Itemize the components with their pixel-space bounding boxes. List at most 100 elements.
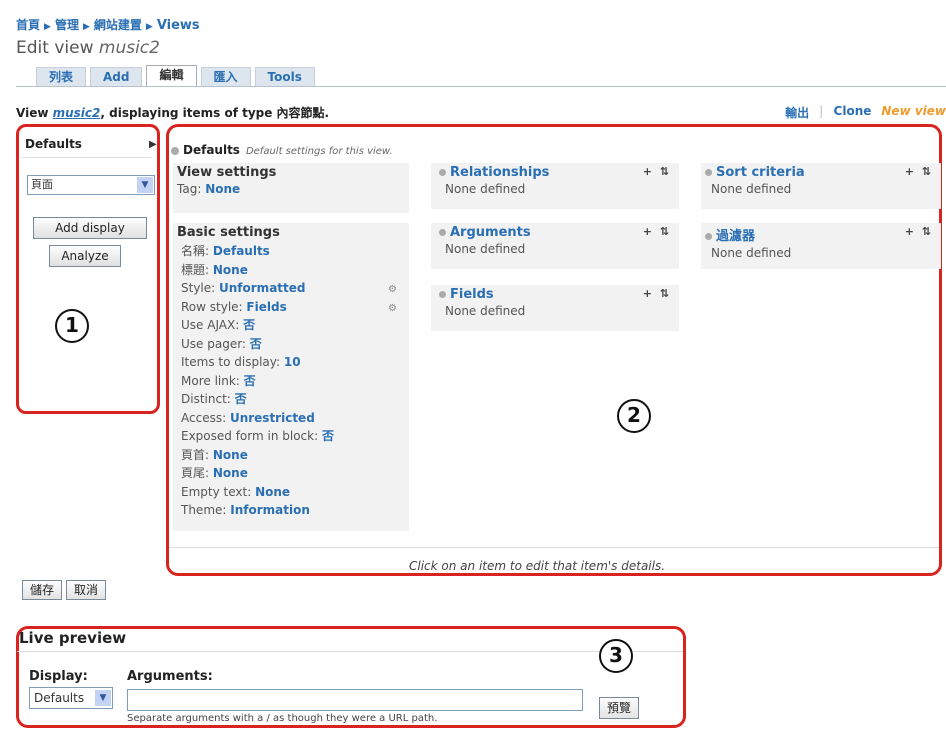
- add-rearrange-icon[interactable]: + ⇅: [643, 165, 671, 178]
- defaults-heading-desc: Default settings for this view.: [245, 146, 393, 157]
- breadcrumb-views[interactable]: Views: [157, 18, 200, 33]
- setting-label: Distinct:: [181, 392, 231, 406]
- chevron-down-icon: ▼: [137, 177, 153, 193]
- relationships-box: Relationships + ⇅ None defined: [431, 163, 679, 209]
- setting-label: Use AJAX:: [181, 318, 240, 332]
- chevron-down-icon: ▼: [95, 690, 111, 706]
- export-link[interactable]: 輸出: [785, 104, 809, 121]
- setting-name[interactable]: 名稱: Defaults: [181, 242, 401, 261]
- arguments-box: Arguments + ⇅ None defined: [431, 223, 679, 269]
- setting-label: Items to display:: [181, 355, 281, 369]
- setting-value[interactable]: 否: [244, 374, 256, 388]
- clone-link[interactable]: Clone: [834, 104, 872, 121]
- display-select-value: Defaults: [34, 691, 85, 705]
- save-button[interactable]: 儲存: [22, 580, 62, 600]
- setting-value[interactable]: None: [213, 448, 248, 462]
- annotation-marker-1: 1: [55, 309, 89, 343]
- fields-box: Fields + ⇅ None defined: [431, 285, 679, 331]
- setting-value[interactable]: Unformatted: [219, 281, 305, 295]
- tab-bar: 列表 Add 編輯 匯入 Tools: [36, 65, 315, 87]
- setting-use-pager[interactable]: Use pager: 否: [181, 335, 401, 354]
- setting-value[interactable]: 否: [250, 337, 262, 351]
- setting-label: Access:: [181, 410, 227, 425]
- tab-tools[interactable]: Tools: [254, 67, 315, 87]
- display-select[interactable]: Defaults ▼: [29, 687, 113, 709]
- setting-exposed-form[interactable]: Exposed form in block: 否: [181, 427, 401, 446]
- basic-settings-title: Basic settings: [177, 225, 280, 240]
- page-title-view-name: music2: [98, 38, 160, 58]
- view-header-name[interactable]: music2: [53, 106, 101, 120]
- info-dot-icon: [439, 291, 446, 298]
- arrow-right-icon: ▶: [149, 139, 157, 150]
- setting-empty-text[interactable]: Empty text: None: [181, 483, 401, 502]
- add-rearrange-icon[interactable]: + ⇅: [905, 225, 933, 238]
- arguments-description: Separate arguments with a / as though th…: [127, 713, 438, 724]
- add-display-button[interactable]: Add display: [33, 217, 147, 239]
- add-rearrange-icon[interactable]: + ⇅: [905, 165, 933, 178]
- setting-value[interactable]: 否: [235, 392, 247, 406]
- tag-setting[interactable]: Tag: None: [173, 182, 409, 196]
- sort-criteria-value: None defined: [711, 182, 792, 196]
- setting-label: Use pager:: [181, 336, 246, 351]
- tag-label: Tag:: [177, 182, 202, 196]
- tab-list[interactable]: 列表: [36, 67, 87, 87]
- display-type-select[interactable]: 頁面 ▼: [27, 175, 155, 195]
- filters-value: None defined: [711, 246, 792, 260]
- arguments-label: Arguments:: [127, 669, 213, 684]
- setting-more-link[interactable]: More link: 否: [181, 372, 401, 391]
- basic-settings-list: 名稱: Defaults 標題: None Style: Unformatted…: [173, 242, 409, 520]
- displays-panel: Defaults ▶ 頁面 ▼ Add display Analyze 1: [16, 124, 160, 414]
- setting-use-ajax[interactable]: Use AJAX: 否: [181, 316, 401, 335]
- cancel-button[interactable]: 取消: [66, 580, 106, 600]
- setting-value[interactable]: Defaults: [213, 244, 270, 258]
- breadcrumb-site-building[interactable]: 網站建置: [94, 18, 142, 32]
- setting-value[interactable]: 否: [243, 318, 255, 332]
- setting-value[interactable]: Information: [230, 503, 310, 517]
- setting-value[interactable]: None: [213, 263, 248, 277]
- setting-value[interactable]: None: [255, 485, 290, 499]
- tab-edit[interactable]: 編輯: [146, 65, 197, 87]
- view-header: View music2, displaying items of type 內容…: [16, 104, 329, 121]
- add-rearrange-icon[interactable]: + ⇅: [643, 225, 671, 238]
- setting-style[interactable]: Style: Unformatted ⚙: [181, 279, 401, 298]
- view-settings-panel: Defaults Default settings for this view. …: [166, 124, 942, 576]
- tab-add[interactable]: Add: [90, 67, 143, 87]
- new-view-link[interactable]: New view: [881, 104, 946, 121]
- setting-access[interactable]: Access: Unrestricted: [181, 409, 401, 428]
- tabs-divider: [16, 86, 946, 87]
- setting-value[interactable]: Fields: [246, 300, 286, 314]
- sort-criteria-label: Sort criteria: [716, 165, 805, 180]
- annotation-marker-3: 3: [599, 639, 633, 673]
- add-rearrange-icon[interactable]: + ⇅: [643, 287, 671, 300]
- breadcrumb-admin[interactable]: 管理: [55, 18, 79, 32]
- setting-label: Style:: [181, 281, 216, 295]
- setting-title[interactable]: 標題: None: [181, 261, 401, 280]
- breadcrumb: 首頁 ▶ 管理 ▶ 網站建置 ▶ Views: [16, 16, 200, 33]
- setting-footer[interactable]: 頁尾: None: [181, 464, 401, 483]
- gear-icon[interactable]: ⚙: [388, 300, 397, 319]
- setting-theme[interactable]: Theme: Information: [181, 501, 401, 520]
- setting-value[interactable]: Unrestricted: [230, 411, 315, 425]
- divider: [22, 157, 152, 158]
- arguments-input[interactable]: [127, 689, 583, 711]
- setting-label: Empty text:: [181, 484, 252, 499]
- setting-value[interactable]: 10: [284, 355, 301, 369]
- setting-distinct[interactable]: Distinct: 否: [181, 390, 401, 409]
- tab-import[interactable]: 匯入: [200, 67, 251, 87]
- relationships-value: None defined: [445, 182, 526, 196]
- setting-header[interactable]: 頁首: None: [181, 446, 401, 465]
- fields-value: None defined: [445, 304, 526, 318]
- tag-value[interactable]: None: [205, 182, 240, 196]
- annotation-marker-2: 2: [617, 399, 651, 433]
- info-dot-icon: [439, 229, 446, 236]
- setting-value[interactable]: 否: [322, 429, 334, 443]
- arguments-label: Arguments: [450, 225, 531, 240]
- info-dot-icon: [705, 169, 712, 176]
- display-tab-defaults[interactable]: Defaults: [25, 137, 82, 151]
- breadcrumb-home[interactable]: 首頁: [16, 18, 40, 32]
- setting-row-style[interactable]: Row style: Fields ⚙: [181, 298, 401, 317]
- setting-value[interactable]: None: [213, 466, 248, 480]
- setting-items-to-display[interactable]: Items to display: 10: [181, 353, 401, 372]
- preview-button[interactable]: 預覽: [599, 697, 639, 719]
- analyze-button[interactable]: Analyze: [49, 245, 121, 267]
